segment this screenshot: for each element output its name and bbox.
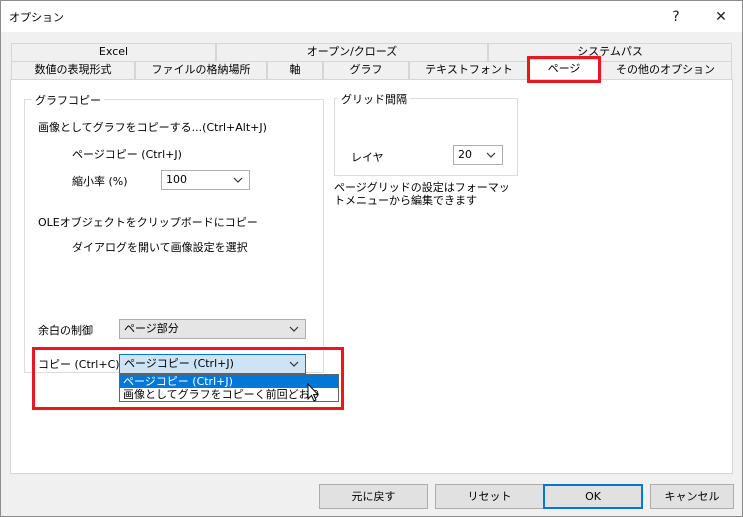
margin-value: ページ部分 <box>124 322 179 335</box>
scale-value: 100 <box>166 173 187 186</box>
chevron-down-icon <box>233 177 243 183</box>
title-bar: オプション ? ✕ <box>1 1 742 32</box>
page-tab-highlight-box <box>527 56 601 83</box>
tab-system-path[interactable]: システムパス <box>488 43 732 61</box>
tab-text-font[interactable]: テキストフォント <box>409 61 529 79</box>
tab-excel[interactable]: Excel <box>11 43 216 61</box>
tab-file-locations[interactable]: ファイルの格納場所 <box>135 61 267 79</box>
close-button[interactable]: ✕ <box>698 1 743 32</box>
dialog-select-text: ダイアログを開いて画像設定を選択 <box>72 241 248 254</box>
reset-button[interactable]: リセット <box>435 484 544 509</box>
tab-number-format[interactable]: 数値の表現形式 <box>11 61 135 79</box>
grid-note: ページグリッドの設定はフォーマットメニューから編集できます <box>334 181 510 207</box>
scale-combo[interactable]: 100 <box>161 170 250 190</box>
tab-graph[interactable]: グラフ <box>323 61 409 79</box>
tab-axis[interactable]: 軸 <box>267 61 323 79</box>
help-button[interactable]: ? <box>653 1 699 32</box>
margin-combo[interactable]: ページ部分 <box>119 319 306 339</box>
revert-button[interactable]: 元に戻す <box>319 484 428 509</box>
chevron-down-icon <box>289 326 299 332</box>
grid-group-title: グリッド間隔 <box>338 91 410 107</box>
chevron-down-icon <box>486 152 496 158</box>
copy-highlight-box <box>32 347 344 410</box>
dialog-title: オプション <box>9 11 64 24</box>
options-dialog: オプション ? ✕ Excel オープン/クローズ システムパス 数値の表現形式… <box>0 0 743 517</box>
margin-label: 余白の制御 <box>38 324 93 337</box>
layer-value: 20 <box>458 148 472 161</box>
page-copy-text: ページコピー (Ctrl+J) <box>72 148 182 161</box>
tab-open-close[interactable]: オープン/クローズ <box>216 43 488 61</box>
graph-copy-group-title: グラフコピー <box>32 92 104 108</box>
ok-button[interactable]: OK <box>543 484 643 509</box>
ole-copy-text: OLEオブジェクトをクリップボードにコピー <box>38 216 258 229</box>
copy-as-image-text: 画像としてグラフをコピーする...(Ctrl+Alt+J) <box>38 121 267 134</box>
tab-other-options[interactable]: その他のオプション <box>599 61 732 79</box>
layer-label: レイヤ <box>351 151 384 164</box>
scale-label: 縮小率 (%) <box>72 175 128 188</box>
layer-combo[interactable]: 20 <box>453 145 503 165</box>
cancel-button[interactable]: キャンセル <box>650 484 734 509</box>
